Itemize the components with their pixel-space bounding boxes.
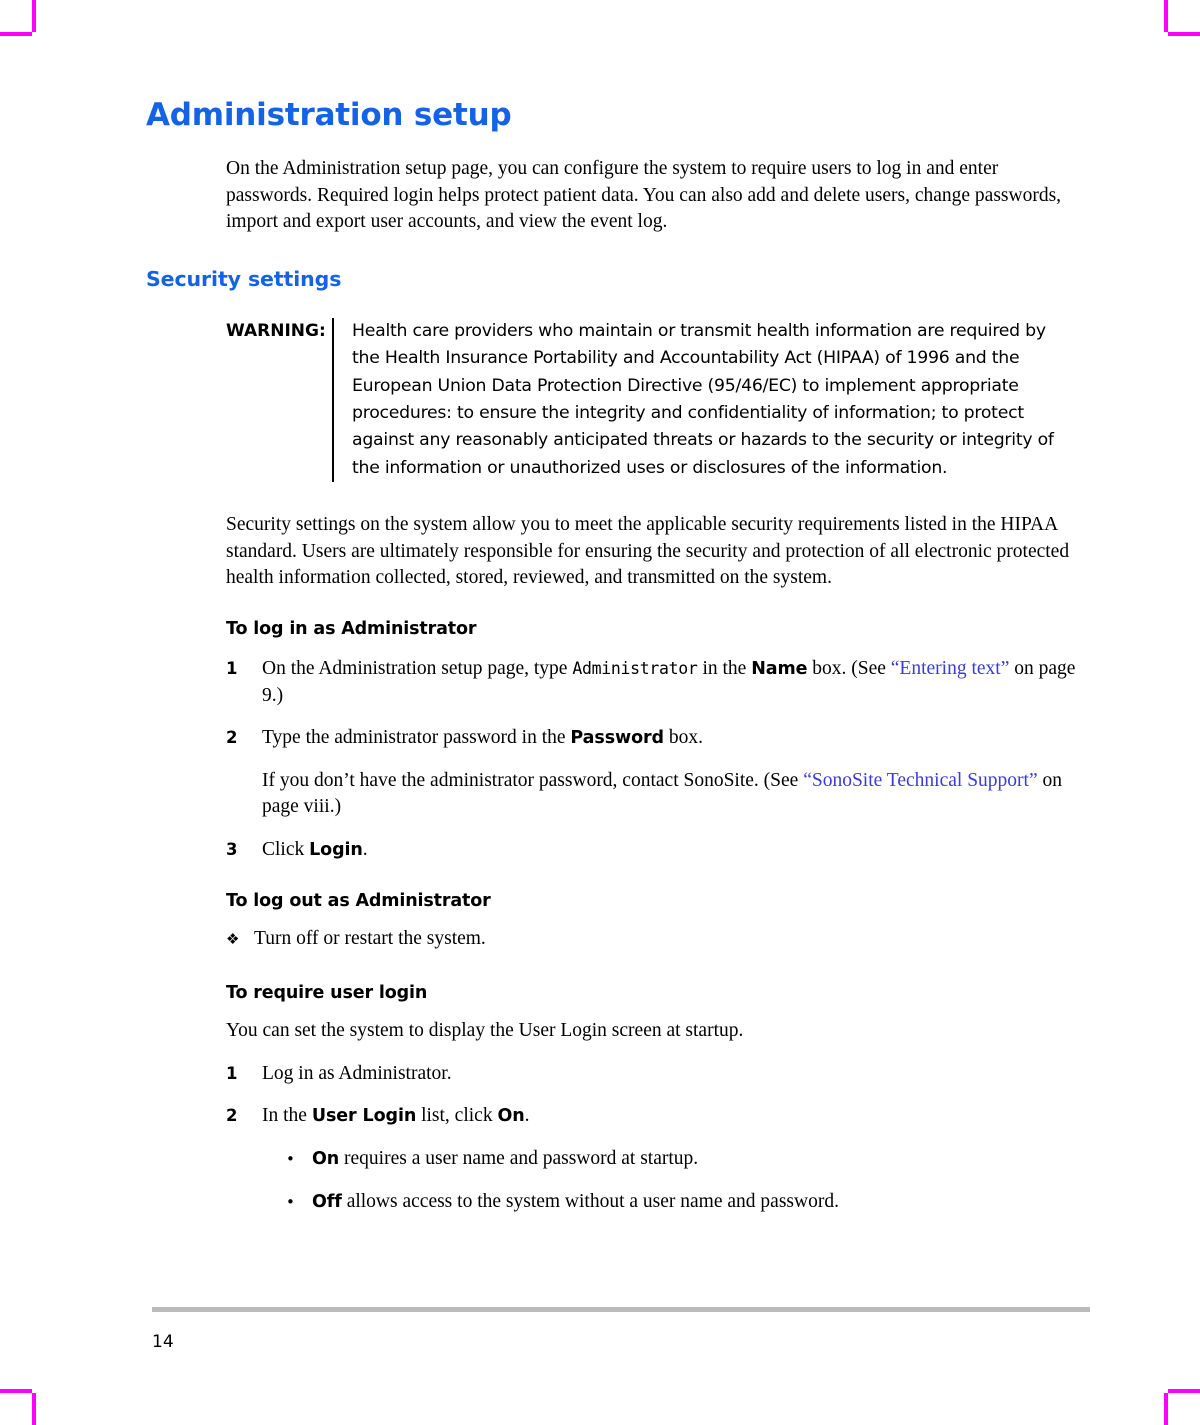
security-block: Security settings on the system allow yo… [226, 512, 1086, 592]
warning-text: Health care providers who maintain or tr… [352, 320, 1054, 478]
procedure-heading-require-user-login: To require user login [226, 983, 428, 1004]
step-text: Log in as Administrator. [262, 1062, 452, 1084]
bullet-icon: • [286, 1192, 295, 1211]
steps-require-user-login: 1 Log in as Administrator. 2 In the User… [226, 1061, 1086, 1130]
step-text: Type the administrator password in the P… [262, 727, 703, 749]
list-item: 2 In the User Login list, click On. [226, 1103, 1086, 1130]
page-content: Administration setup On the Administrati… [146, 96, 1086, 1215]
section-heading-security-settings: Security settings [146, 266, 342, 291]
bullet-icon: • [286, 1149, 295, 1168]
list-item: ❖ Turn off or restart the system. [226, 926, 1086, 953]
list-item: 1 Log in as Administrator. [226, 1061, 1086, 1088]
steps-login-as-administrator: 1 On the Administration setup page, type… [226, 656, 1086, 864]
procedure-lead-paragraph: You can set the system to display the Us… [226, 1020, 744, 1042]
crop-mark-bottom-right-horizontal [1168, 1389, 1200, 1393]
step-number: 3 [226, 839, 238, 859]
procedure-require-user-login: To require user login You can set the sy… [226, 982, 1086, 1045]
step-number: 2 [226, 728, 238, 748]
literal-text: Administrator [572, 659, 698, 678]
crop-mark-top-right-horizontal [1168, 32, 1200, 36]
step-number: 1 [226, 1063, 238, 1083]
step-subtext: If you don’t have the administrator pass… [262, 769, 1062, 818]
procedure-heading-login-as-administrator: To log in as Administrator [226, 619, 477, 639]
footer-divider-rule [152, 1307, 1090, 1312]
crop-mark-top-left-horizontal [0, 32, 32, 36]
procedure-login-admin: To log in as Administrator [226, 618, 1086, 640]
crop-mark-bottom-left-horizontal [0, 1389, 32, 1393]
cross-reference-link[interactable]: “SonoSite Technical Support” [803, 770, 1037, 791]
ui-label: Login [309, 839, 363, 860]
list-item-text: Turn off or restart the system. [254, 927, 486, 949]
ui-label: User Login [311, 1106, 417, 1127]
crop-mark-bottom-right-vertical [1164, 1393, 1168, 1425]
crop-mark-top-right-vertical [1164, 0, 1168, 32]
page-number: 14 [152, 1332, 174, 1352]
step-text: On the Administration setup page, type A… [262, 658, 1076, 706]
list-item: 1 On the Administration setup page, type… [226, 656, 1086, 709]
ui-label: On [312, 1148, 340, 1169]
document-page: Administration setup On the Administrati… [0, 0, 1200, 1425]
ui-label: Password [570, 728, 664, 749]
page-title: Administration setup [146, 97, 512, 133]
step-number: 2 [226, 1106, 238, 1126]
procedure-heading-log-out-as-administrator: To log out as Administrator [226, 890, 491, 911]
warning-callout: WARNING: Health care providers who maint… [226, 317, 1086, 483]
list-item: • Off allows access to the system withou… [286, 1189, 1086, 1216]
intro-block: On the Administration setup page, you ca… [226, 156, 1086, 236]
list-item: • On requires a user name and password a… [286, 1146, 1086, 1173]
list-item-text: Off allows access to the system without … [312, 1190, 839, 1212]
cross-reference-link[interactable]: “Entering text” [891, 658, 1010, 679]
list-item-text: On requires a user name and password at … [312, 1147, 699, 1169]
security-paragraph: Security settings on the system allow yo… [226, 514, 1070, 589]
ui-label: Name [751, 659, 808, 679]
procedure-logout-admin: To log out as Administrator [226, 890, 1086, 912]
intro-paragraph: On the Administration setup page, you ca… [226, 158, 1062, 233]
step-text: In the User Login list, click On. [262, 1105, 530, 1127]
list-item: 3 Click Login. [226, 837, 1086, 864]
diamond-bullet-icon: ❖ [226, 929, 240, 948]
list-logout-as-administrator: ❖ Turn off or restart the system. [226, 926, 1086, 953]
crop-mark-bottom-left-vertical [32, 1393, 36, 1425]
warning-label: WARNING: [226, 320, 326, 341]
list-item: 2 Type the administrator password in the… [226, 725, 1086, 821]
step-number: 1 [226, 659, 238, 678]
ui-label: Off [312, 1191, 342, 1212]
crop-mark-top-left-vertical [32, 0, 36, 32]
list-user-login-options: • On requires a user name and password a… [286, 1146, 1086, 1215]
ui-label: On [497, 1106, 525, 1127]
step-text: Click Login. [262, 838, 368, 860]
